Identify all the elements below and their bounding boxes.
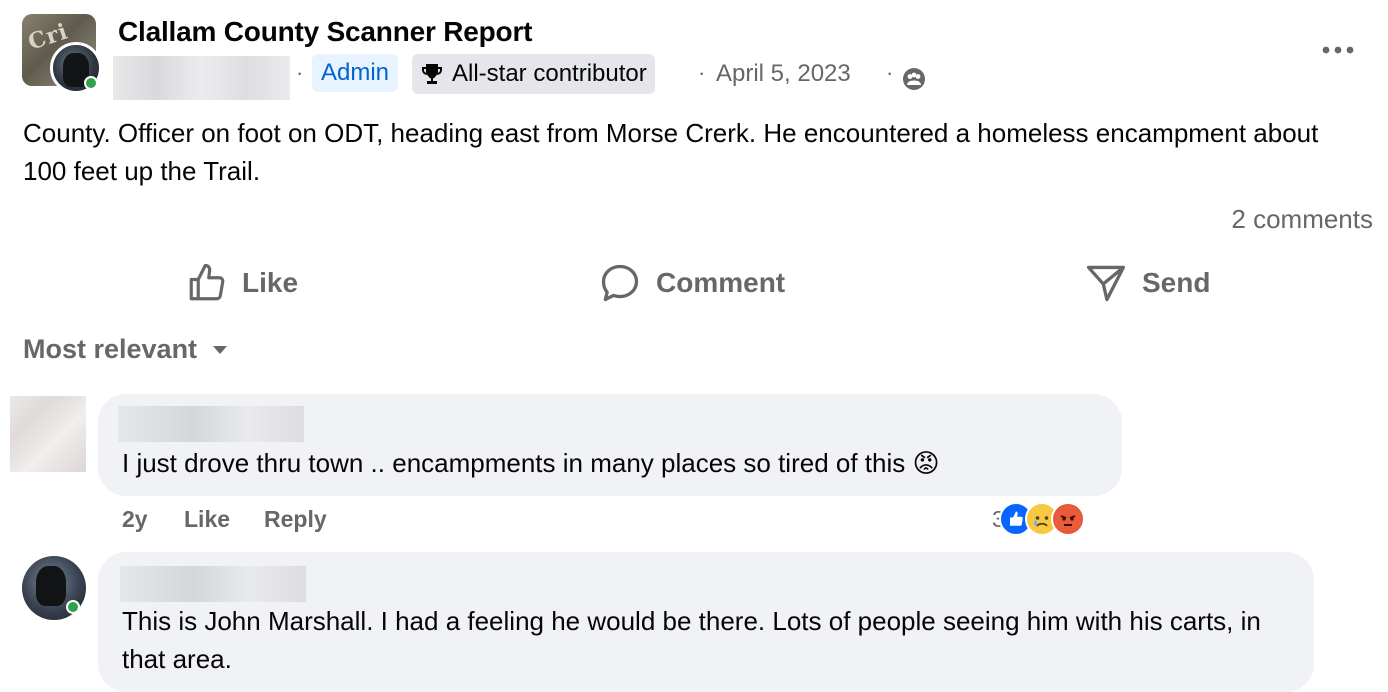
angry-reaction-icon <box>1050 502 1085 536</box>
more-options-icon[interactable] <box>1318 38 1358 62</box>
comment-reactions[interactable]: 3 <box>992 502 1085 536</box>
sort-label: Most relevant <box>23 334 198 364</box>
caret-down-icon <box>213 345 228 354</box>
comment-bubble: I just drove thru town .. encampments in… <box>98 394 1122 496</box>
comment-age[interactable]: 2y <box>122 506 148 533</box>
group-audience-icon[interactable] <box>901 66 927 92</box>
like-label: Like <box>242 267 299 298</box>
online-status-dot <box>66 600 80 614</box>
comment-text-content: I just drove thru town .. encampments in… <box>122 448 940 478</box>
contributor-badge-label: All-star contributor <box>452 60 647 87</box>
group-name[interactable]: Clallam County Scanner Report <box>118 16 532 48</box>
send-button[interactable]: Send <box>1084 258 1210 308</box>
comment-button[interactable]: Comment <box>598 258 785 308</box>
commenter-avatar-redacted[interactable] <box>10 396 86 472</box>
comment-text: I just drove thru town .. encampments in… <box>122 444 940 482</box>
comment-like-button[interactable]: Like <box>184 506 230 533</box>
like-button[interactable]: Like <box>186 258 298 308</box>
all-star-contributor-badge[interactable]: All-star contributor <box>412 54 655 94</box>
dog-photo-image <box>36 566 66 606</box>
separator-dot: · <box>698 60 706 85</box>
comment-label: Comment <box>656 267 786 298</box>
comment-text: This is John Marshall. I had a feeling h… <box>122 606 1261 674</box>
thumbs-up-icon <box>189 263 225 301</box>
comment-bubble: This is John Marshall. I had a feeling h… <box>98 552 1314 692</box>
separator-dot: · <box>886 60 894 85</box>
comment-count[interactable]: 2 comments <box>1231 204 1373 235</box>
send-label: Send <box>1142 267 1211 298</box>
commenter-name-redacted[interactable] <box>120 566 306 602</box>
post-text: County. Officer on foot on ODT, heading … <box>23 118 1319 186</box>
post-timestamp[interactable]: April 5, 2023 <box>716 60 851 88</box>
commenter-name-redacted[interactable] <box>118 406 304 442</box>
author-name-redacted[interactable] <box>113 56 290 100</box>
trophy-icon <box>422 64 442 84</box>
online-status-dot <box>84 76 98 90</box>
comment-sort-dropdown[interactable]: Most relevant <box>23 334 229 365</box>
admin-badge[interactable]: Admin <box>312 54 399 92</box>
send-icon <box>1086 265 1126 302</box>
comment-bubble-icon <box>601 264 639 302</box>
separator-dot: · <box>296 60 304 85</box>
comment-reply-button[interactable]: Reply <box>264 506 327 533</box>
